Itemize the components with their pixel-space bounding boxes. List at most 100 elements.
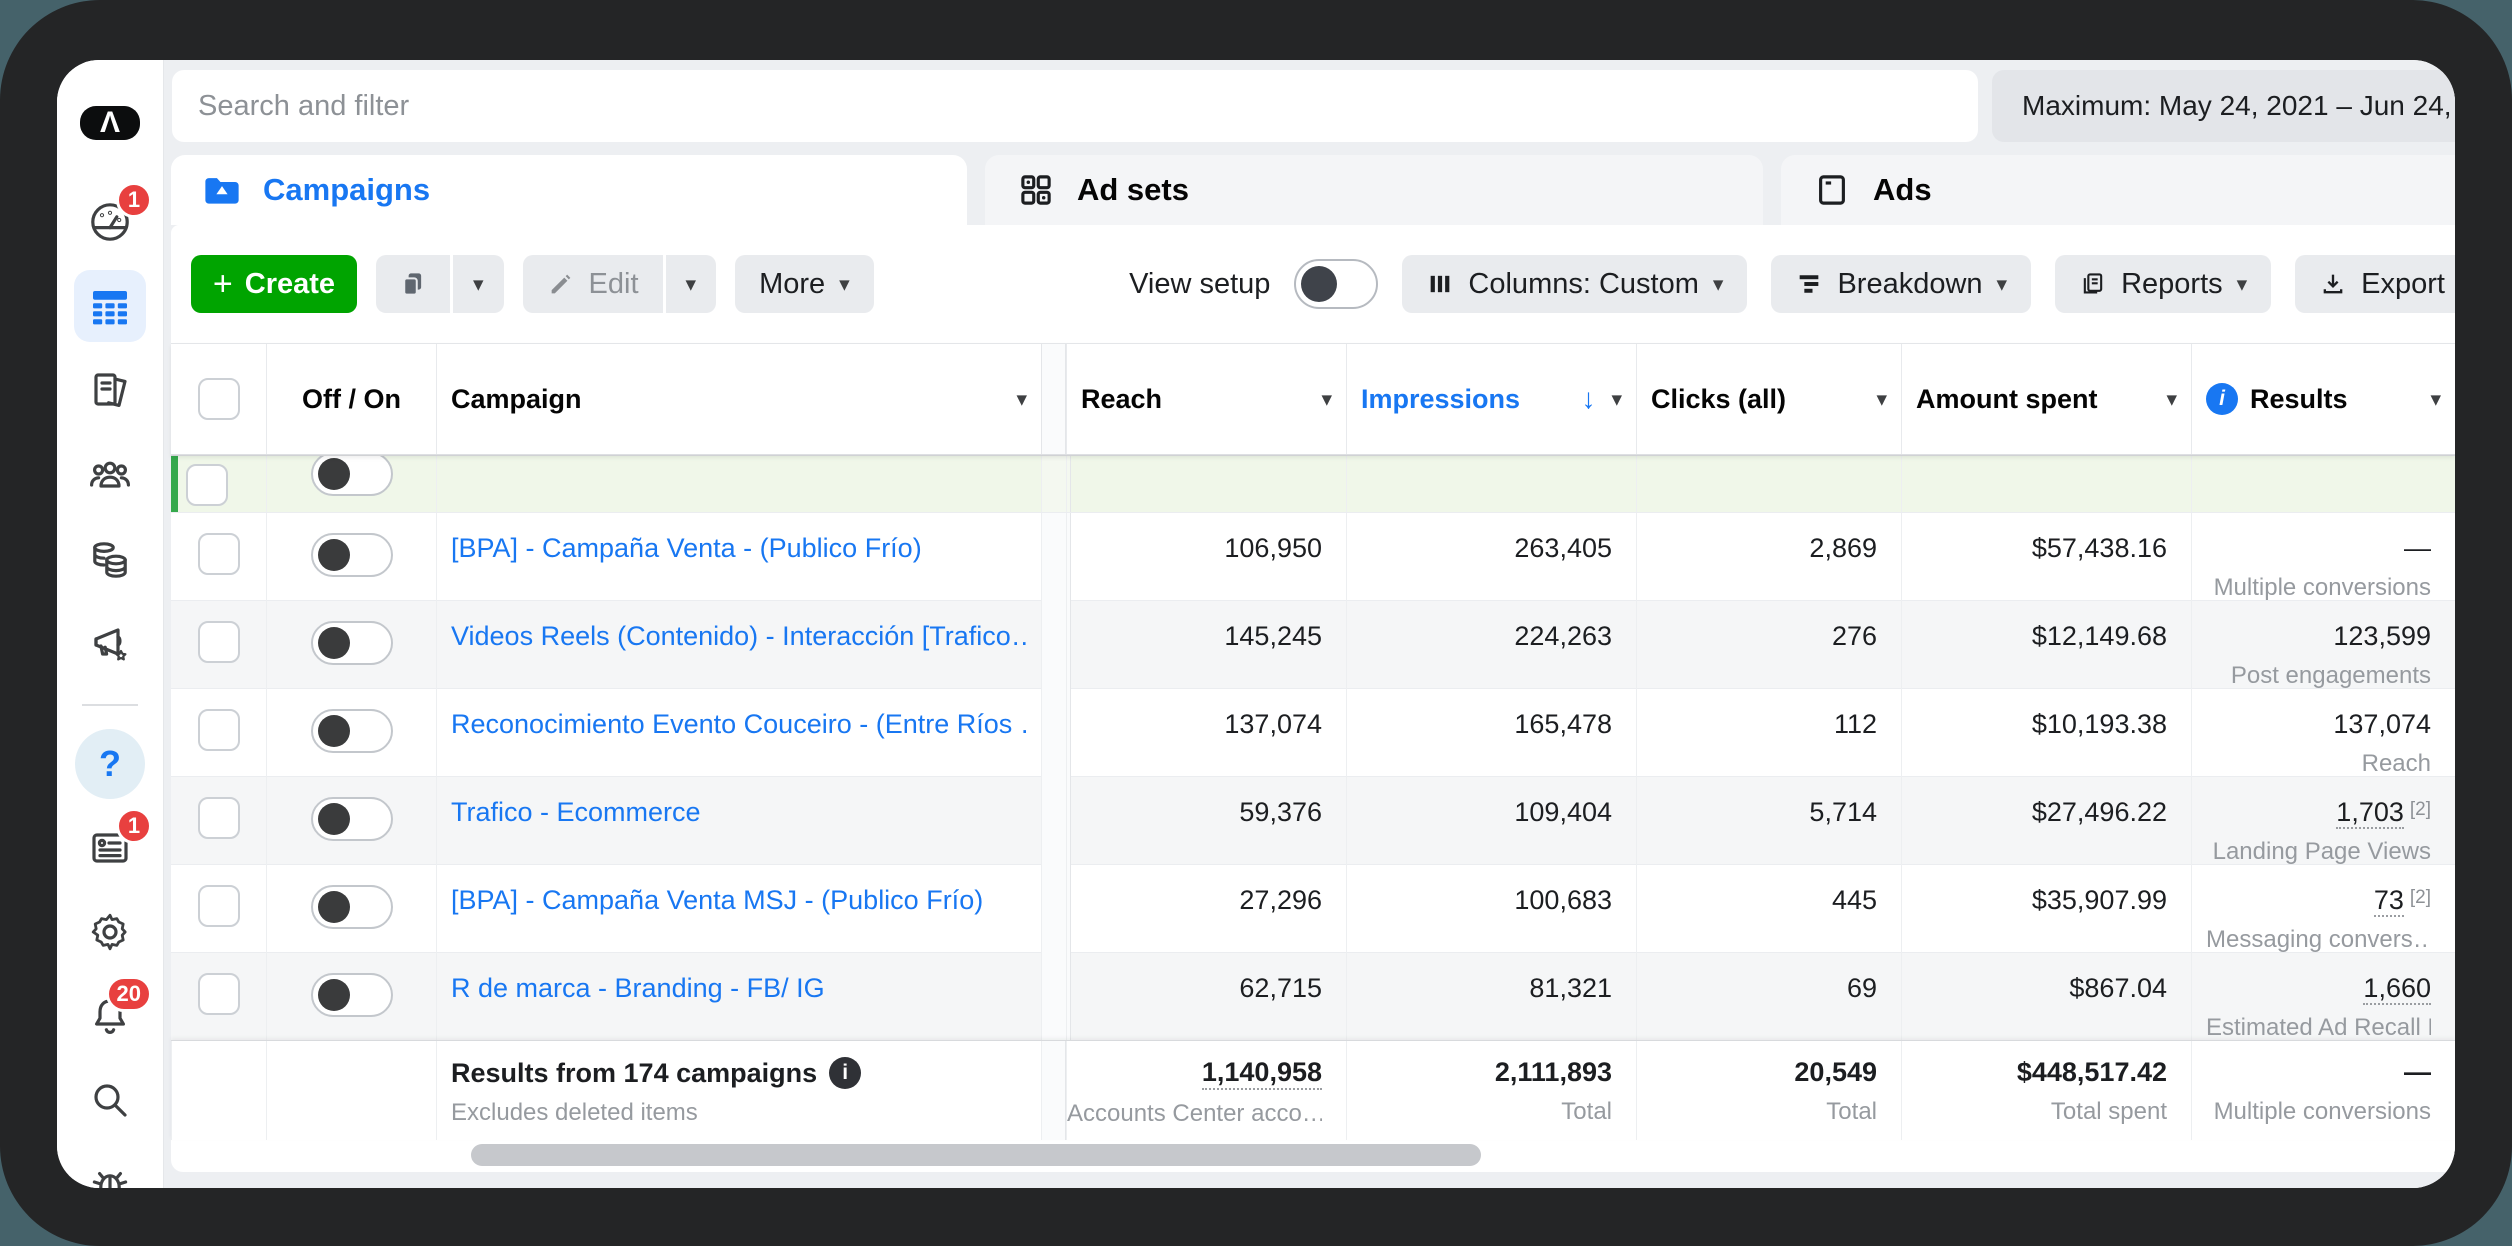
sidebar-item-pages[interactable] — [74, 354, 146, 426]
export-button[interactable]: Export — [2295, 255, 2455, 313]
sidebar-item-settings[interactable] — [74, 896, 146, 968]
campaign-name-link[interactable]: [BPA] - Campaña Venta MSJ - (Publico Frí… — [451, 885, 983, 916]
chevron-down-icon[interactable]: ▾ — [2166, 389, 2177, 410]
info-icon[interactable]: i — [829, 1057, 861, 1089]
column-campaign[interactable]: Campaign ▾ — [436, 344, 1041, 454]
campaign-toggle[interactable] — [311, 621, 393, 665]
row-checkbox[interactable] — [198, 973, 240, 1015]
sidebar-item-report-bug[interactable] — [74, 1148, 146, 1188]
sidebar-item-notifications[interactable]: 20 — [74, 980, 146, 1052]
chevron-down-icon: ▾ — [1997, 274, 2008, 295]
toolbar: + Create ▾ — [171, 225, 2455, 343]
column-impressions[interactable]: Impressions ↓ ▾ — [1346, 344, 1636, 454]
sidebar-divider — [82, 704, 138, 706]
plus-icon: + — [213, 265, 233, 304]
app-logo[interactable]: Λ — [80, 106, 140, 140]
tab-ads[interactable]: Ads — [1781, 155, 2455, 225]
sidebar-item-audiences[interactable] — [74, 438, 146, 510]
chevron-down-icon[interactable]: ▾ — [1611, 389, 1622, 410]
edit-dropdown[interactable]: ▾ — [666, 255, 717, 313]
campaign-toggle[interactable] — [311, 533, 393, 577]
column-clicks[interactable]: Clicks (all) ▾ — [1636, 344, 1901, 454]
sidebar-item-help[interactable]: ? — [74, 728, 146, 800]
campaign-name-link[interactable]: Reconocimiento Evento Couceiro - (Entre … — [451, 709, 1027, 740]
campaign-toggle[interactable] — [311, 455, 393, 496]
search-input[interactable] — [198, 90, 1952, 123]
column-amount-spent[interactable]: Amount spent ▾ — [1901, 344, 2191, 454]
more-button[interactable]: More ▾ — [735, 255, 874, 313]
columns-button[interactable]: Columns: Custom ▾ — [1402, 255, 1747, 313]
column-reach[interactable]: Reach ▾ — [1066, 344, 1346, 454]
search-bar[interactable] — [172, 70, 1978, 142]
column-off-on[interactable]: Off / On — [266, 344, 436, 454]
campaign-toggle[interactable] — [311, 709, 393, 753]
row-checkbox-cell — [171, 689, 266, 778]
horizontal-scrollbar-track[interactable] — [171, 1140, 2455, 1172]
sidebar-item-home[interactable]: 1 — [74, 186, 146, 258]
tab-campaigns[interactable]: Campaigns — [171, 155, 967, 225]
chevron-down-icon: ▾ — [1713, 274, 1724, 295]
campaign-name-link[interactable]: [BPA] - Campaña Venta - (Publico Frío) — [451, 533, 922, 564]
campaign-toggle[interactable] — [311, 973, 393, 1017]
reports-icon — [2079, 270, 2107, 298]
sidebar-item-billing[interactable] — [74, 522, 146, 594]
sidebar-item-search[interactable] — [74, 1064, 146, 1136]
copy-icon — [398, 267, 428, 301]
chevron-down-icon[interactable]: ▾ — [1016, 389, 1027, 410]
results-cell: 1,703[2] Landing Page Views — [2191, 777, 2455, 866]
campaign-name-link[interactable]: Videos Reels (Contenido) - Interacción [… — [451, 621, 1027, 652]
row-checkbox[interactable] — [198, 797, 240, 839]
row-toggle-cell — [266, 689, 436, 778]
row-checkbox[interactable] — [198, 533, 240, 575]
column-results[interactable]: i Results ▾ — [2191, 344, 2455, 454]
breakdown-icon — [1795, 270, 1823, 298]
duplicate-button[interactable] — [376, 255, 450, 313]
row-checkbox[interactable] — [186, 464, 228, 506]
logo-glyph: Λ — [100, 106, 120, 140]
campaign-name-cell: Reconocimiento Evento Couceiro - (Entre … — [436, 689, 1041, 778]
breakdown-button[interactable]: Breakdown ▾ — [1771, 255, 2031, 313]
home-badge: 1 — [116, 182, 152, 218]
reports-button[interactable]: Reports ▾ — [2055, 255, 2271, 313]
clicks-cell: 276 — [1636, 601, 1901, 690]
results-cell: 1,660 Estimated Ad Recall Li… — [2191, 953, 2455, 1042]
select-all-checkbox[interactable] — [198, 378, 240, 420]
clicks-cell: 112 — [1636, 689, 1901, 778]
edit-label: Edit — [589, 268, 639, 301]
row-checkbox[interactable] — [198, 621, 240, 663]
row-checkbox[interactable] — [198, 885, 240, 927]
campaign-toggle[interactable] — [311, 885, 393, 929]
result-type-label: Estimated Ad Recall Li… — [2206, 1014, 2431, 1042]
sidebar-item-news[interactable]: 1 — [74, 812, 146, 884]
sidebar-item-advertise[interactable] — [74, 606, 146, 678]
horizontal-scrollbar-thumb[interactable] — [471, 1144, 1481, 1166]
campaign-name-link[interactable]: R de marca - Branding - FB/ IG — [451, 973, 825, 1004]
chevron-down-icon[interactable]: ▾ — [1321, 389, 1332, 410]
news-badge: 1 — [116, 808, 152, 844]
edit-button[interactable]: Edit — [523, 255, 663, 313]
reach-cell: 59,376 — [1066, 777, 1346, 866]
chevron-down-icon[interactable]: ▾ — [1876, 389, 1887, 410]
chevron-down-icon[interactable]: ▾ — [2430, 389, 2441, 410]
create-button[interactable]: + Create — [191, 255, 357, 313]
edit-button-group: Edit ▾ — [523, 255, 717, 313]
row-checkbox[interactable] — [198, 709, 240, 751]
duplicate-dropdown[interactable]: ▾ — [453, 255, 504, 313]
sidebar-item-campaigns[interactable] — [74, 270, 146, 342]
footer-subtitle: Excludes deleted items — [437, 1099, 1041, 1127]
table-row: [BPA] - Campaña Venta MSJ - (Publico Frí… — [171, 864, 2455, 952]
date-range-button[interactable]: Maximum: May 24, 2021 – Jun 24, 20 — [1992, 70, 2455, 142]
date-range-label: Maximum: May 24, 2021 – Jun 24, 20 — [2022, 90, 2455, 122]
view-setup-toggle[interactable] — [1294, 259, 1378, 309]
clicks-cell: 2,869 — [1636, 513, 1901, 602]
row-toggle-cell — [266, 513, 436, 602]
tab-ad-sets[interactable]: Ad sets — [985, 155, 1763, 225]
pencil-icon — [547, 270, 575, 298]
vertical-scrollbar-track[interactable] — [1041, 344, 1066, 454]
active-row-indicator — [171, 456, 178, 512]
breakdown-label: Breakdown — [1837, 268, 1982, 301]
campaign-name-link[interactable]: Trafico - Ecommerce — [451, 797, 701, 828]
campaign-toggle[interactable] — [311, 797, 393, 841]
more-label: More — [759, 268, 825, 301]
megaphone-icon — [86, 618, 134, 666]
